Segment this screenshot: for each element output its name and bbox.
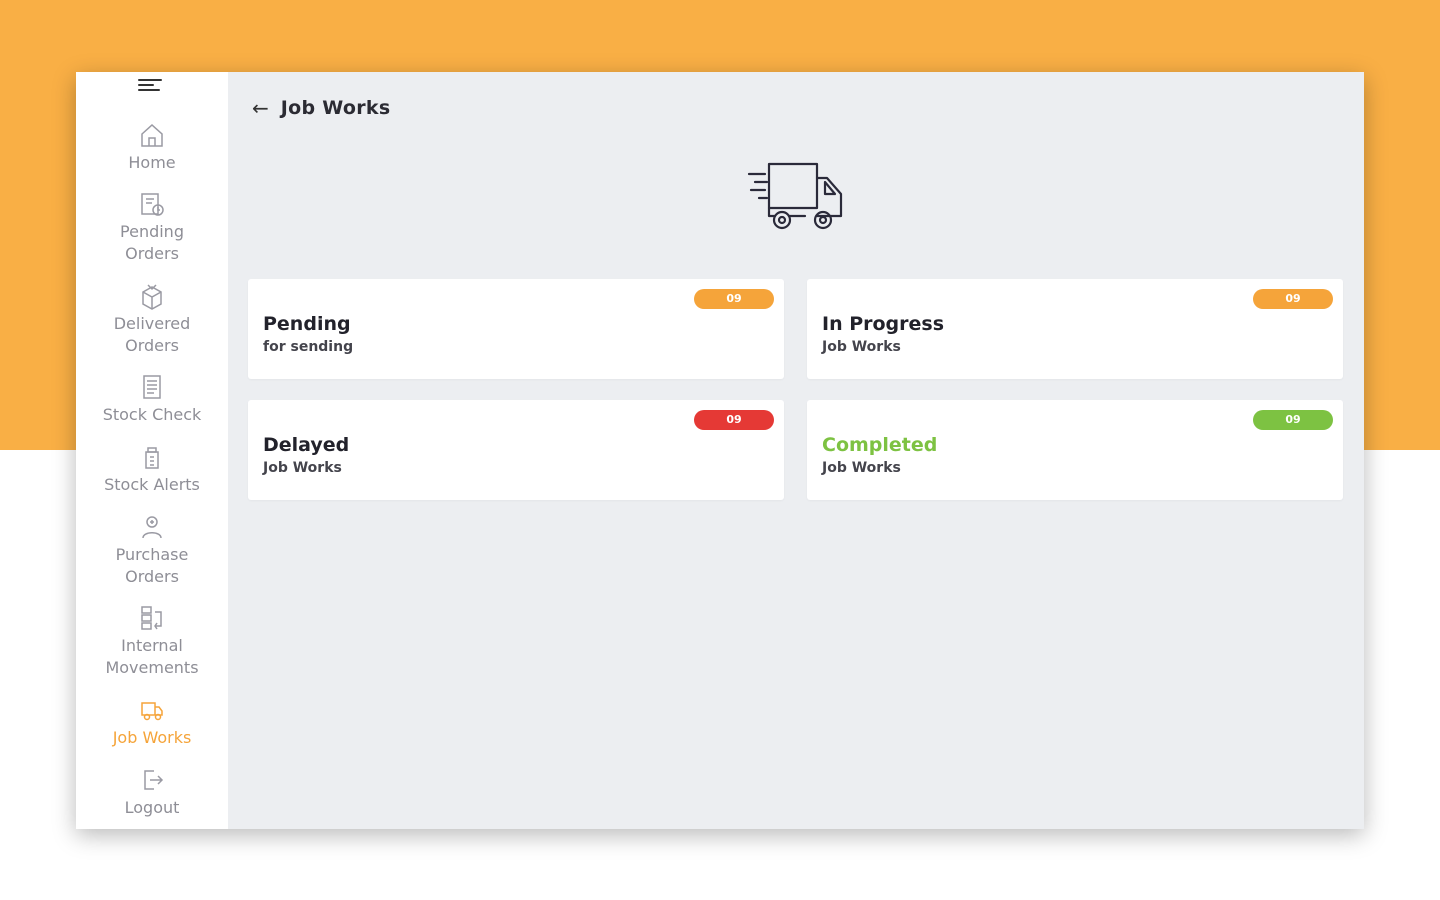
job-works-icon (141, 702, 163, 721)
sidebar-item-pending-orders[interactable]: Pending Orders (76, 189, 228, 265)
job-card-pending[interactable]: 09 Pending for sending (248, 279, 784, 379)
sidebar-item-label: Purchase (115, 545, 189, 564)
purchase-orders-icon (142, 516, 162, 539)
card-subtitle: Job Works (822, 460, 901, 476)
page-title: Job Works (280, 97, 391, 119)
count-badge: 09 (1253, 289, 1333, 309)
sidebar-item-label: Job Works (112, 728, 192, 747)
sidebar-item-home[interactable]: Home (76, 120, 228, 174)
sidebar-item-stock-check[interactable]: Stock Check (76, 372, 228, 426)
hamburger-menu-icon[interactable] (138, 76, 162, 94)
sidebar-item-label: Logout (124, 798, 180, 817)
app-window: Home Pending Orders Delivered Orders Sto… (76, 72, 1364, 829)
card-title: In Progress (822, 313, 945, 335)
sidebar-item-job-works[interactable]: Job Works (76, 695, 228, 749)
sidebar-item-label: Movements (105, 658, 199, 677)
sidebar-item-logout[interactable]: Logout (76, 765, 228, 819)
card-subtitle: for sending (263, 339, 354, 355)
sidebar: Home Pending Orders Delivered Orders Sto… (76, 72, 228, 829)
card-title: Delayed (263, 434, 350, 456)
sidebar-item-label: Stock Alerts (104, 475, 200, 494)
sidebar-item-label: Pending (120, 222, 184, 241)
sidebar-item-label: Stock Check (102, 405, 202, 424)
stock-alerts-icon (145, 447, 159, 469)
sidebar-item-label: Orders (125, 567, 179, 586)
job-card-delayed[interactable]: 09 Delayed Job Works (248, 400, 784, 500)
count-badge: 09 (694, 410, 774, 430)
pending-orders-icon (141, 193, 164, 216)
page-header: ← Job Works (252, 94, 390, 122)
card-title: Completed (822, 434, 938, 456)
card-subtitle: Job Works (263, 460, 342, 476)
sidebar-item-label: Orders (125, 244, 179, 263)
sidebar-item-label: Home (128, 153, 176, 172)
count-badge: 09 (1253, 410, 1333, 430)
sidebar-item-internal-movements[interactable]: Internal Movements (76, 603, 228, 679)
delivery-truck-icon (747, 162, 843, 230)
count-badge: 09 (694, 289, 774, 309)
sidebar-item-label: Orders (125, 336, 179, 355)
sidebar-item-stock-alerts[interactable]: Stock Alerts (76, 442, 228, 496)
stock-check-icon (143, 375, 161, 399)
card-subtitle: Job Works (822, 339, 901, 355)
internal-movements-icon (141, 606, 162, 630)
sidebar-item-purchase-orders[interactable]: Purchase Orders (76, 512, 228, 588)
back-arrow-icon[interactable]: ← (252, 96, 269, 120)
sidebar-item-label: Internal (121, 636, 183, 655)
sidebar-item-delivered-orders[interactable]: Delivered Orders (76, 281, 228, 357)
home-icon (141, 123, 163, 147)
delivered-orders-icon (142, 284, 162, 310)
job-card-completed[interactable]: 09 Completed Job Works (807, 400, 1343, 500)
card-title: Pending (263, 313, 351, 335)
logout-icon (144, 770, 164, 790)
sidebar-item-label: Delivered (113, 314, 191, 333)
job-card-in-progress[interactable]: 09 In Progress Job Works (807, 279, 1343, 379)
